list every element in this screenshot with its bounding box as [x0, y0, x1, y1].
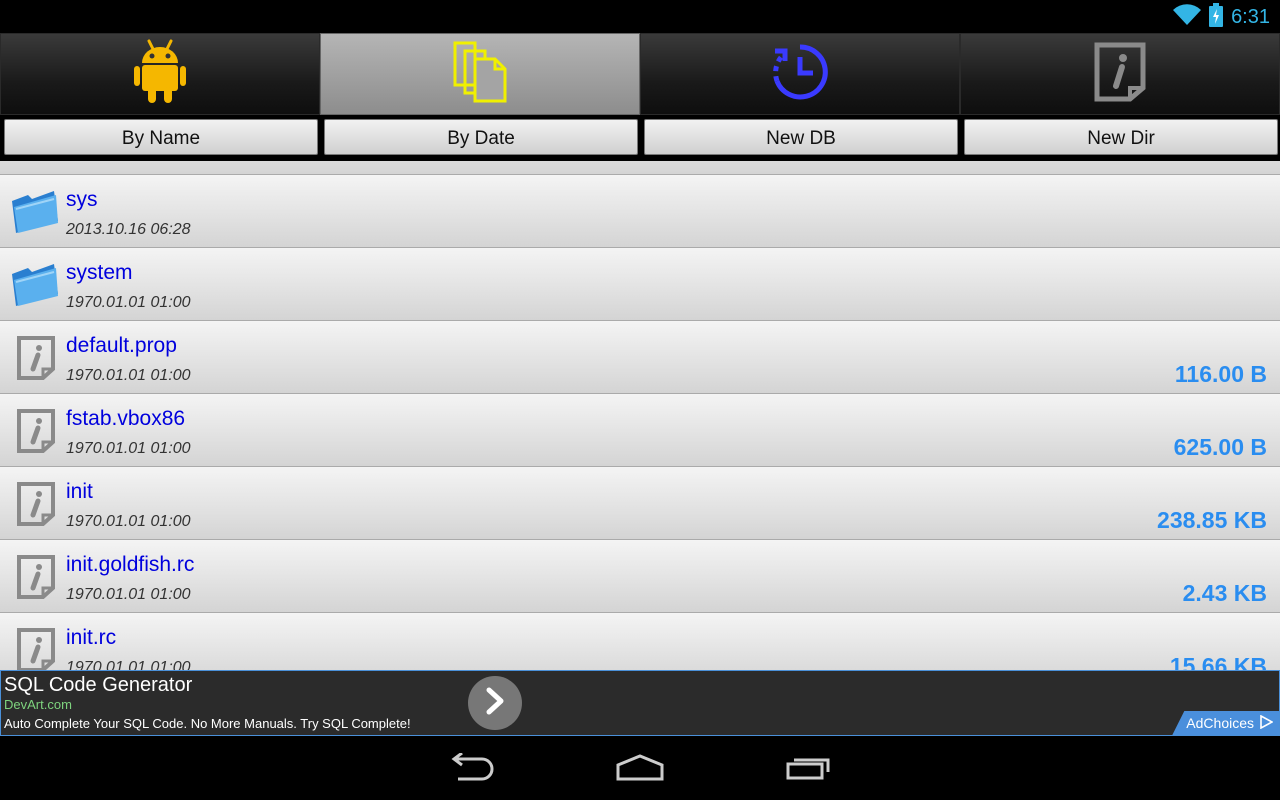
file-name: init.goldfish.rc [66, 553, 195, 576]
file-name: default.prop [66, 334, 177, 357]
file-date: 2013.10.16 06:28 [66, 221, 191, 238]
recents-icon [786, 754, 834, 784]
file-info-icon [16, 554, 66, 604]
clock: 6:31 [1231, 5, 1270, 28]
file-date: 1970.01.01 01:00 [66, 440, 191, 457]
file-row[interactable]: init.goldfish.rc 1970.01.01 01:00 2.43 KB [0, 540, 1280, 613]
tab-history[interactable] [640, 33, 960, 115]
home-button[interactable] [610, 752, 670, 786]
sort-toolbar: By Name By Date New DB New Dir [0, 115, 1280, 161]
file-date: 1970.01.01 01:00 [66, 659, 191, 670]
file-name: init.rc [66, 626, 117, 649]
files-icon [453, 41, 507, 107]
file-list[interactable]: 2013.10.16 06:28 sys 2013.10.16 06:28 syste… [0, 161, 1280, 670]
ad-choices-icon [1259, 714, 1274, 732]
status-icons: 6:31 [1173, 3, 1270, 31]
ad-go-button[interactable] [468, 676, 522, 730]
file-name: system [66, 261, 133, 284]
android-icon [134, 39, 186, 109]
file-size: 116.00 B [1174, 361, 1267, 387]
ad-choices-button[interactable]: AdChoices [1172, 711, 1279, 735]
file-date: 1970.01.01 01:00 [66, 513, 191, 530]
wifi-icon [1173, 4, 1202, 30]
new-dir-button[interactable]: New Dir [964, 119, 1278, 155]
ad-choices-label: AdChoices [1186, 715, 1254, 731]
file-info-icon [16, 627, 66, 670]
file-name: fstab.vbox86 [66, 407, 186, 430]
new-db-button[interactable]: New DB [644, 119, 958, 155]
file-date: 1970.01.01 01:00 [66, 586, 191, 603]
file-size: 625.00 B [1173, 434, 1267, 460]
sort-by-date-button[interactable]: By Date [324, 119, 638, 155]
back-icon [446, 751, 494, 785]
status-bar: 6:31 [0, 0, 1280, 33]
folder-row[interactable]: system 1970.01.01 01:00 [0, 248, 1280, 321]
tab-info[interactable] [960, 33, 1280, 115]
back-button[interactable] [440, 751, 500, 786]
recents-button[interactable] [780, 752, 840, 786]
file-date: 1970.01.01 01:00 [66, 367, 191, 384]
ad-text: Auto Complete Your SQL Code. No More Man… [4, 716, 411, 731]
folder-icon [10, 260, 60, 310]
file-info-icon [16, 481, 66, 531]
file-row[interactable]: init 1970.01.01 01:00 238.85 KB [0, 467, 1280, 540]
file-info-icon [16, 408, 66, 458]
file-date: 1970.01.01 01:00 [66, 294, 191, 311]
home-icon [615, 753, 665, 785]
ad-banner[interactable]: SQL Code Generator DevArt.com Auto Compl… [0, 670, 1280, 736]
file-size: 15.66 KB [1169, 653, 1267, 670]
file-row[interactable]: fstab.vbox86 1970.01.01 01:00 625.00 B [0, 394, 1280, 467]
sort-by-name-button[interactable]: By Name [4, 119, 318, 155]
file-name: init [66, 480, 93, 503]
tab-android[interactable] [0, 33, 320, 115]
folder-row[interactable]: sys 2013.10.16 06:28 [0, 175, 1280, 248]
tab-files[interactable] [320, 33, 640, 115]
ad-title: SQL Code Generator [4, 674, 193, 696]
file-size: 2.43 KB [1182, 580, 1267, 606]
chevron-right-icon [483, 686, 507, 720]
file-date: 2013.10.16 06:28 [66, 161, 191, 166]
file-size: 238.85 KB [1157, 507, 1267, 533]
folder-row[interactable]: 2013.10.16 06:28 [0, 161, 1280, 175]
tab-bar [0, 33, 1280, 115]
history-icon [769, 41, 831, 107]
system-nav-bar [0, 736, 1280, 800]
folder-icon [10, 187, 60, 237]
file-name: sys [66, 188, 98, 211]
ad-domain: DevArt.com [4, 697, 72, 712]
file-row[interactable]: init.rc 1970.01.01 01:00 15.66 KB [0, 613, 1280, 670]
file-list-content: 2013.10.16 06:28 sys 2013.10.16 06:28 syste… [0, 161, 1280, 670]
file-row[interactable]: default.prop 1970.01.01 01:00 116.00 B [0, 321, 1280, 394]
folder-icon [10, 161, 60, 164]
battery-icon [1209, 3, 1224, 31]
file-info-icon [16, 335, 66, 385]
info-icon [1094, 42, 1146, 106]
